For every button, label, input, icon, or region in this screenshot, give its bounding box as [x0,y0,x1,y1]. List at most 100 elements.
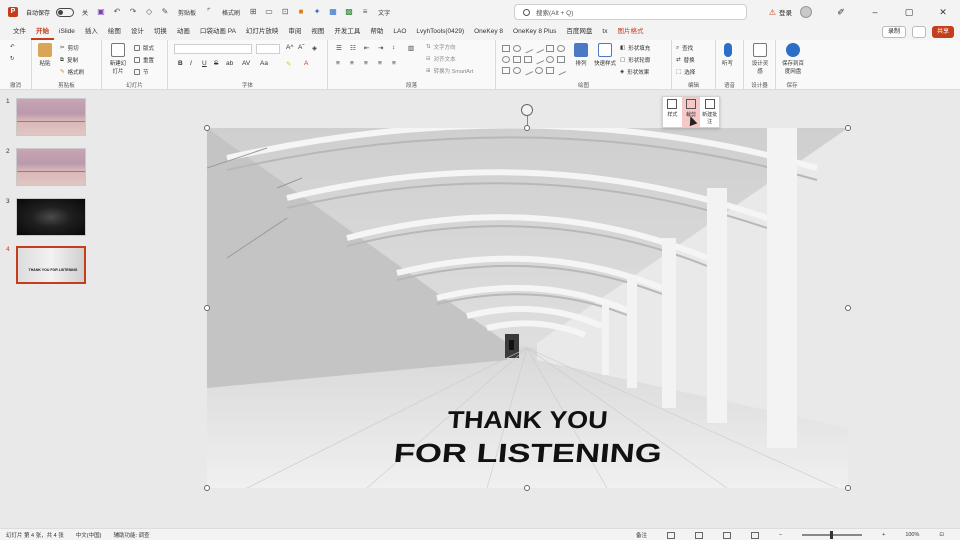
save-to-cloud-button[interactable]: 保存到百度网盘 [780,43,806,75]
zoom-out-icon[interactable]: – [779,532,782,538]
shrink-font-button[interactable]: Aˇ [298,44,305,51]
arrange-button[interactable]: 排列 [574,43,588,67]
dictate-button[interactable]: 听写 [722,43,733,67]
resize-handle-tl[interactable] [204,125,210,131]
slide-thumbnail[interactable] [16,148,86,186]
quick-styles-button[interactable]: 快速样式 [594,43,616,67]
avatar[interactable] [800,6,812,18]
shapes-gallery[interactable] [502,43,568,77]
search-input[interactable]: 搜索(Alt + Q) [514,4,747,20]
pen-icon[interactable]: ✐ [824,0,858,24]
tab-16[interactable]: OneKey 8 [469,24,508,40]
tab-20[interactable]: 图片格式 [612,24,648,40]
resize-handle-t[interactable] [524,125,530,131]
comments-button[interactable] [911,26,926,38]
shapes-icon[interactable]: ◇ [144,7,154,17]
slide-thumb-3[interactable]: 3 [6,198,86,236]
align-left-icon[interactable]: ≡ [336,60,340,67]
grid-icon[interactable]: ▦ [328,7,338,17]
shape-oval-icon[interactable] [513,67,521,74]
normal-view-icon[interactable] [667,531,676,539]
undo-icon[interactable]: ↶ [112,7,122,17]
tab-11[interactable]: 视图 [306,24,329,40]
tab-15[interactable]: LvyhTools(0429) [411,24,469,40]
slide-thumb-4[interactable]: 4 THANK YOU FOR LISTENING [6,246,86,284]
zoom-in-icon[interactable]: + [882,532,885,538]
share-button[interactable]: 共享 [931,26,954,38]
text-direction-button[interactable]: ⇅ 文字方向 [426,43,456,51]
shape-oval-icon[interactable] [557,45,565,52]
shape-line-icon[interactable] [533,43,545,54]
font-size-field[interactable] [256,44,280,54]
numbering-icon[interactable]: ☷ [350,44,356,52]
tab-13[interactable]: 帮助 [365,24,388,40]
underline-button[interactable]: U [202,60,207,67]
shape-oval-icon[interactable] [535,67,543,74]
new-slide-button[interactable]: 新建幻灯片 [108,43,128,75]
redo-icon[interactable]: ↷ [128,7,138,17]
section-button[interactable]: 节 [134,68,149,76]
notes-button[interactable]: 备注 [636,531,647,539]
align-text-button[interactable]: ⊟ 对齐文本 [426,55,456,63]
picture-icon[interactable]: ▭ [264,7,274,17]
clear-format-icon[interactable]: ◈ [312,44,317,52]
slide-thumbnail[interactable] [16,198,86,236]
shape-rect-icon[interactable] [502,45,510,52]
slide-thumb-2[interactable]: 2 [6,148,86,186]
tab-3[interactable]: 插入 [80,24,103,40]
select-button[interactable]: ⬚ 选择 [676,68,695,76]
shape-oval-icon[interactable] [513,45,521,52]
slide-thumbnail-selected[interactable]: THANK YOU FOR LISTENING [16,246,86,284]
case-icon[interactable]: Aa [260,60,268,67]
resize-handle-r[interactable] [845,305,851,311]
align-right-icon[interactable]: ≡ [364,60,368,67]
list-icon[interactable]: ≡ [360,7,370,17]
settings-icon[interactable]: ✦ [312,7,322,17]
textbox-icon[interactable]: ⊡ [280,7,290,17]
login-button[interactable]: 登录 [779,7,792,17]
resize-handle-br[interactable] [845,485,851,491]
close-button[interactable]: ✕ [926,0,960,24]
zoom-level[interactable]: 100% [905,532,919,538]
font-color-icon[interactable]: A [304,60,308,67]
tab-5[interactable]: 设计 [126,24,149,40]
shape-line-icon[interactable] [533,54,545,65]
undo-button[interactable]: ↶ [10,44,15,50]
smartart-button[interactable]: ⊞ 转换为 SmartArt [426,67,473,75]
slide-image[interactable]: THANK YOU FOR LISTENING [207,128,848,488]
shape-fill-button[interactable]: ◧ 形状填充 [620,44,650,52]
accessibility-indicator[interactable]: 辅助功能: 调查 [113,531,149,539]
qa-clipboard-text[interactable]: 剪贴板 [178,8,196,17]
language-indicator[interactable]: 中文(中国) [76,531,102,539]
shadow-icon[interactable]: ab [226,60,233,67]
italic-button[interactable]: I [190,60,192,67]
tab-9[interactable]: 幻灯片放映 [241,24,284,40]
shape-line-icon[interactable] [555,65,567,76]
distributed-icon[interactable]: ≡ [392,60,396,67]
tab-19[interactable]: tx [597,24,612,40]
shape-line-icon[interactable] [522,65,534,76]
rotate-handle[interactable] [521,104,533,116]
style-button[interactable]: 样式 [663,97,682,127]
warning-icon[interactable]: ⚠ [769,8,776,17]
shape-triangle-icon[interactable] [524,56,532,63]
tab-6[interactable]: 切换 [149,24,172,40]
design-ideas-button[interactable]: 设计灵感 [750,43,770,75]
justify-icon[interactable]: ≡ [378,60,382,67]
tab-4[interactable]: 绘图 [103,24,126,40]
layout-button[interactable]: 版式 [134,44,154,52]
shape-rect-icon[interactable] [546,45,554,52]
shape-oval-icon[interactable] [546,56,554,63]
tab-8[interactable]: 口袋动画 PA [195,24,241,40]
resize-handle-b[interactable] [524,485,530,491]
zoom-slider[interactable] [802,531,863,539]
align-center-icon[interactable]: ≡ [350,60,354,67]
sorter-view-icon[interactable] [695,531,704,539]
format-painter-button[interactable]: ✎ 格式刷 [60,68,84,76]
paste-button[interactable]: 粘贴 [38,43,52,67]
find-button[interactable]: ⌕ 查找 [676,44,693,53]
indent-increase-icon[interactable]: ⇥ [378,44,383,52]
tab-12[interactable]: 开发工具 [329,24,365,40]
shape-rect-icon[interactable] [502,67,510,74]
replace-button[interactable]: ⇄ 替换 [676,56,695,64]
